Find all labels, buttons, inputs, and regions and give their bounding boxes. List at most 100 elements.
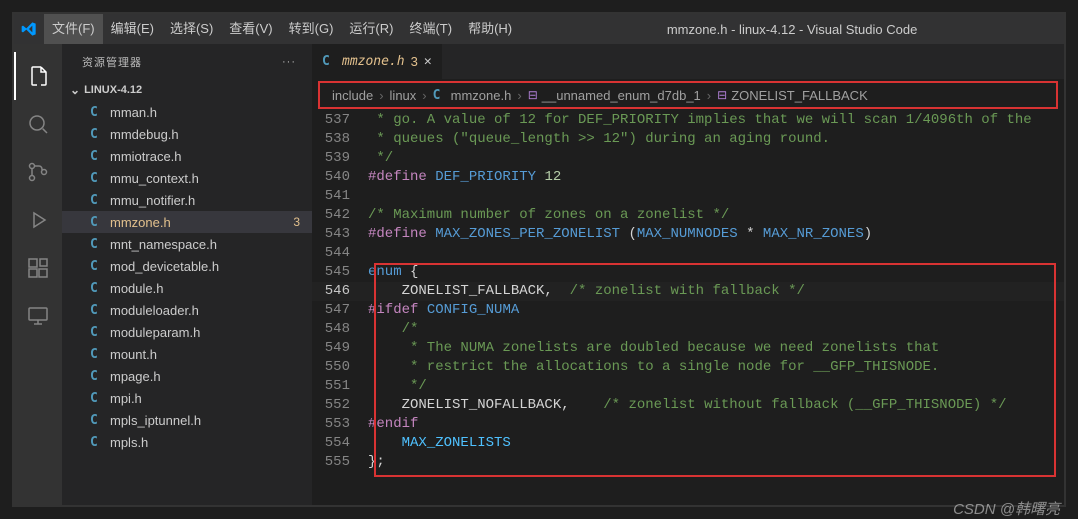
sidebar: 资源管理器 ··· LINUX-4.12 Cmman.hCmmdebug.hCm…: [62, 44, 312, 505]
line-number: 552: [312, 396, 368, 415]
code-line[interactable]: 547#ifdef CONFIG_NUMA: [312, 301, 1064, 320]
extensions-icon[interactable]: [14, 244, 62, 292]
file-item[interactable]: Cmpls.h: [62, 431, 312, 453]
code-text: #define MAX_ZONES_PER_ZONELIST (MAX_NUMN…: [368, 225, 1064, 244]
code-line[interactable]: 539 */: [312, 149, 1064, 168]
file-item[interactable]: Cmount.h: [62, 343, 312, 365]
code-line[interactable]: 555};: [312, 453, 1064, 472]
code-line[interactable]: 549 * The NUMA zonelists are doubled bec…: [312, 339, 1064, 358]
file-item[interactable]: Cmoduleloader.h: [62, 299, 312, 321]
file-name: mmu_context.h: [110, 171, 199, 186]
editor-area: C mmzone.h 3 ✕ include›linux›Cmmzone.h›⊟…: [312, 44, 1064, 505]
code-line[interactable]: 546 ZONELIST_FALLBACK, /* zonelist with …: [312, 282, 1064, 301]
breadcrumb-item[interactable]: ⊟__unnamed_enum_d7db_1: [528, 88, 701, 103]
code-line[interactable]: 540#define DEF_PRIORITY 12: [312, 168, 1064, 187]
breadcrumb-label: linux: [390, 88, 417, 103]
run-debug-icon[interactable]: [14, 196, 62, 244]
code-text: * queues ("queue_length >> 12") during a…: [368, 130, 1064, 149]
menu-goto[interactable]: 转到(G): [281, 14, 342, 44]
code-text: ZONELIST_NOFALLBACK, /* zonelist without…: [368, 396, 1064, 415]
code-line[interactable]: 538 * queues ("queue_length >> 12") duri…: [312, 130, 1064, 149]
code-line[interactable]: 537 * go. A value of 12 for DEF_PRIORITY…: [312, 111, 1064, 130]
c-file-icon: C: [90, 435, 104, 450]
tab-mmzone[interactable]: C mmzone.h 3 ✕: [312, 44, 443, 79]
code-text: ZONELIST_FALLBACK, /* zonelist with fall…: [368, 282, 1064, 301]
code-line[interactable]: 545enum {: [312, 263, 1064, 282]
search-icon[interactable]: [14, 100, 62, 148]
code-line[interactable]: 543#define MAX_ZONES_PER_ZONELIST (MAX_N…: [312, 225, 1064, 244]
code-line[interactable]: 550 * restrict the allocations to a sing…: [312, 358, 1064, 377]
menu-select[interactable]: 选择(S): [162, 14, 221, 44]
sidebar-folder[interactable]: LINUX-4.12: [62, 79, 312, 101]
menu-edit[interactable]: 编辑(E): [103, 14, 162, 44]
file-item[interactable]: Cmmdebug.h: [62, 123, 312, 145]
code-text: */: [368, 377, 1064, 396]
code-line[interactable]: 552 ZONELIST_NOFALLBACK, /* zonelist wit…: [312, 396, 1064, 415]
breadcrumb-item[interactable]: linux: [390, 88, 417, 103]
code-text: #define DEF_PRIORITY 12: [368, 168, 1064, 187]
tab-modified-badge: 3: [411, 54, 418, 69]
code-line[interactable]: 542/* Maximum number of zones on a zonel…: [312, 206, 1064, 225]
menu-run[interactable]: 运行(R): [341, 14, 401, 44]
line-number: 538: [312, 130, 368, 149]
line-number: 555: [312, 453, 368, 472]
c-file-icon: C: [90, 171, 104, 186]
line-number: 537: [312, 111, 368, 130]
c-file-icon: C: [90, 391, 104, 406]
c-file-icon: C: [90, 281, 104, 296]
c-file-icon: C: [90, 193, 104, 208]
remote-icon[interactable]: [14, 292, 62, 340]
file-item[interactable]: Cmoduleparam.h: [62, 321, 312, 343]
breadcrumb-item[interactable]: ⊟ZONELIST_FALLBACK: [717, 88, 868, 103]
file-item[interactable]: Cmmu_notifier.h: [62, 189, 312, 211]
file-item[interactable]: Cmmzone.h3: [62, 211, 312, 233]
file-name: mount.h: [110, 347, 157, 362]
menu-view[interactable]: 查看(V): [221, 14, 280, 44]
file-item[interactable]: Cmod_devicetable.h: [62, 255, 312, 277]
file-name: mman.h: [110, 105, 157, 120]
line-number: 546: [312, 282, 368, 301]
file-item[interactable]: Cmmu_context.h: [62, 167, 312, 189]
c-file-icon: C: [90, 149, 104, 164]
activity-bar: [14, 44, 62, 505]
file-name: mmu_notifier.h: [110, 193, 195, 208]
file-item[interactable]: Cmpage.h: [62, 365, 312, 387]
line-number: 545: [312, 263, 368, 282]
line-number: 553: [312, 415, 368, 434]
breadcrumb-item[interactable]: Cmmzone.h: [433, 88, 512, 103]
menu-file[interactable]: 文件(F): [44, 14, 103, 44]
line-number: 539: [312, 149, 368, 168]
file-item[interactable]: Cmmiotrace.h: [62, 145, 312, 167]
chevron-right-icon: ›: [379, 88, 383, 103]
sidebar-more-icon[interactable]: ···: [282, 56, 296, 68]
watermark: CSDN @韩曙亮: [953, 498, 1060, 519]
file-item[interactable]: Cmpls_iptunnel.h: [62, 409, 312, 431]
code-text: /* Maximum number of zones on a zonelist…: [368, 206, 1064, 225]
menu-help[interactable]: 帮助(H): [460, 14, 520, 44]
code-line[interactable]: 548 /*: [312, 320, 1064, 339]
file-item[interactable]: Cmnt_namespace.h: [62, 233, 312, 255]
explorer-icon[interactable]: [14, 52, 62, 100]
menu-terminal[interactable]: 终端(T): [401, 14, 460, 44]
breadcrumb-item[interactable]: include: [332, 88, 373, 103]
code-text: * The NUMA zonelists are doubled because…: [368, 339, 1064, 358]
code-line[interactable]: 551 */: [312, 377, 1064, 396]
code-line[interactable]: 554 MAX_ZONELISTS: [312, 434, 1064, 453]
source-control-icon[interactable]: [14, 148, 62, 196]
line-number: 542: [312, 206, 368, 225]
code-text: */: [368, 149, 1064, 168]
chevron-right-icon: ›: [707, 88, 711, 103]
c-file-icon: C: [90, 325, 104, 340]
git-badge: 3: [293, 215, 300, 229]
code-line[interactable]: 553#endif: [312, 415, 1064, 434]
file-list: Cmman.hCmmdebug.hCmmiotrace.hCmmu_contex…: [62, 101, 312, 505]
sidebar-title: 资源管理器: [82, 54, 142, 70]
code-line[interactable]: 544: [312, 244, 1064, 263]
code-editor[interactable]: 537 * go. A value of 12 for DEF_PRIORITY…: [312, 109, 1064, 505]
line-number: 550: [312, 358, 368, 377]
code-line[interactable]: 541: [312, 187, 1064, 206]
file-item[interactable]: Cmpi.h: [62, 387, 312, 409]
file-item[interactable]: Cmman.h: [62, 101, 312, 123]
file-item[interactable]: Cmodule.h: [62, 277, 312, 299]
close-icon[interactable]: ✕: [424, 54, 432, 69]
